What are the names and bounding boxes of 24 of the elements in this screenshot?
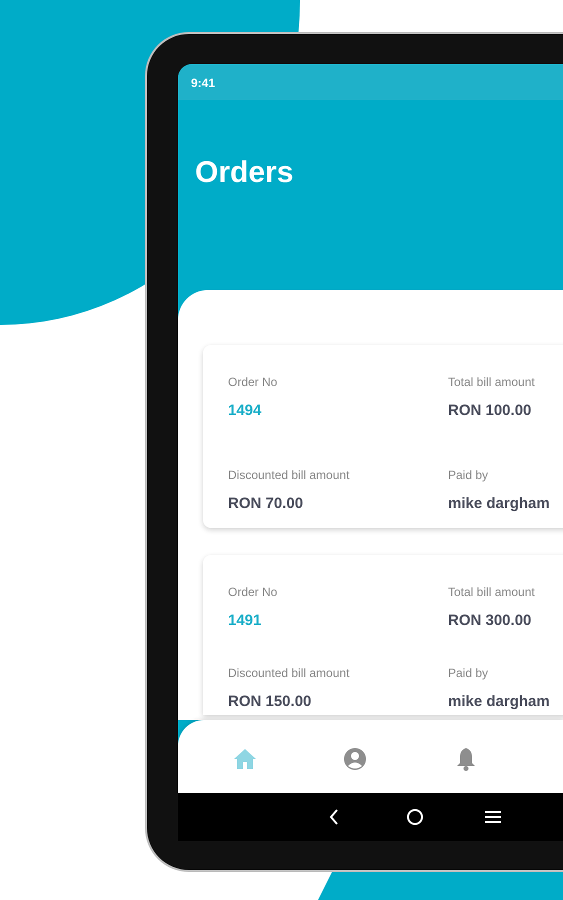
status-time: 9:41 bbox=[191, 76, 216, 90]
field-value: RON 100.00 bbox=[448, 402, 532, 419]
field-value: RON 300.00 bbox=[448, 612, 532, 629]
home-circle-icon[interactable] bbox=[406, 808, 424, 826]
field-label: Order No bbox=[228, 374, 278, 391]
order-number: 1491 bbox=[228, 612, 262, 629]
order-number: 1494 bbox=[228, 402, 262, 419]
order-card[interactable]: Order No 1494 Total bill amount RON 100.00 Discounted bill amount RON 70.00 Paid by mike dargham bbox=[203, 345, 563, 528]
field-label: Paid by bbox=[448, 466, 490, 484]
field-label: Discounted bill amount bbox=[228, 665, 350, 682]
field-label: Paid by bbox=[448, 665, 490, 682]
field-value: mike dargham bbox=[448, 693, 550, 710]
field-label: Order No bbox=[228, 584, 278, 601]
profile-icon[interactable] bbox=[342, 746, 368, 772]
field-label: Discounted bill amount bbox=[228, 466, 350, 484]
back-icon[interactable] bbox=[328, 808, 340, 826]
field-label: Total bill amount bbox=[448, 584, 536, 601]
page-title: Orders bbox=[195, 156, 294, 189]
field-label: Total bill amount bbox=[448, 374, 536, 391]
field-value: RON 150.00 bbox=[228, 693, 312, 710]
field-value: RON 70.00 bbox=[228, 494, 304, 512]
menu-icon[interactable] bbox=[484, 809, 501, 825]
order-card[interactable]: Order No 1491 Total bill amount RON 300.00 Discounted bill amount RON 150.00 Paid by mike dargham bbox=[203, 555, 563, 715]
field-value: mike dargham bbox=[448, 494, 550, 512]
